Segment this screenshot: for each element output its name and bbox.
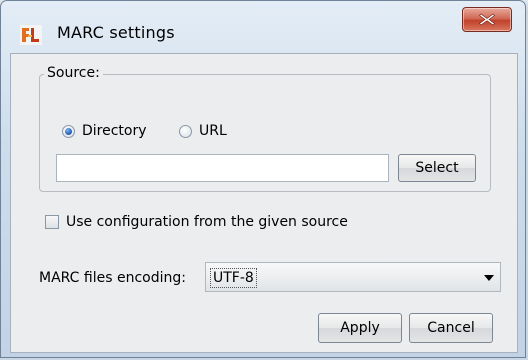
- radio-unselected-icon[interactable]: [179, 124, 192, 138]
- close-icon: [479, 13, 495, 26]
- dialog-title: MARC settings: [57, 23, 175, 42]
- encoding-label: MARC files encoding:: [39, 270, 186, 286]
- radio-selected-icon[interactable]: [62, 124, 75, 138]
- apply-button[interactable]: Apply: [318, 313, 402, 343]
- source-legend: Source:: [44, 65, 103, 81]
- radio-url-label[interactable]: URL: [199, 123, 227, 139]
- cancel-button[interactable]: Cancel: [409, 313, 493, 343]
- source-path-input[interactable]: [56, 154, 389, 182]
- use-config-label[interactable]: Use configuration from the given source: [66, 214, 348, 230]
- marc-settings-dialog: MARC settings Source: Directory URL Sele…: [0, 0, 526, 358]
- radio-url[interactable]: URL: [179, 122, 227, 140]
- dialog-content: Source: Directory URL Select Use configu…: [10, 53, 518, 353]
- close-button[interactable]: [462, 7, 512, 32]
- encoding-selected-value[interactable]: UTF-8: [210, 268, 257, 288]
- select-button[interactable]: Select: [398, 154, 476, 182]
- use-config-checkbox[interactable]: [45, 215, 59, 229]
- encoding-select[interactable]: UTF-8: [205, 262, 501, 292]
- use-config-checkbox-row[interactable]: Use configuration from the given source: [45, 214, 348, 230]
- dropdown-arrow-icon[interactable]: [484, 275, 494, 281]
- radio-directory[interactable]: Directory: [62, 122, 147, 140]
- radio-directory-label[interactable]: Directory: [82, 123, 147, 139]
- title-bar[interactable]: MARC settings: [1, 1, 525, 49]
- app-logo-icon: [20, 25, 42, 45]
- source-group: Source: Directory URL Select: [39, 65, 491, 192]
